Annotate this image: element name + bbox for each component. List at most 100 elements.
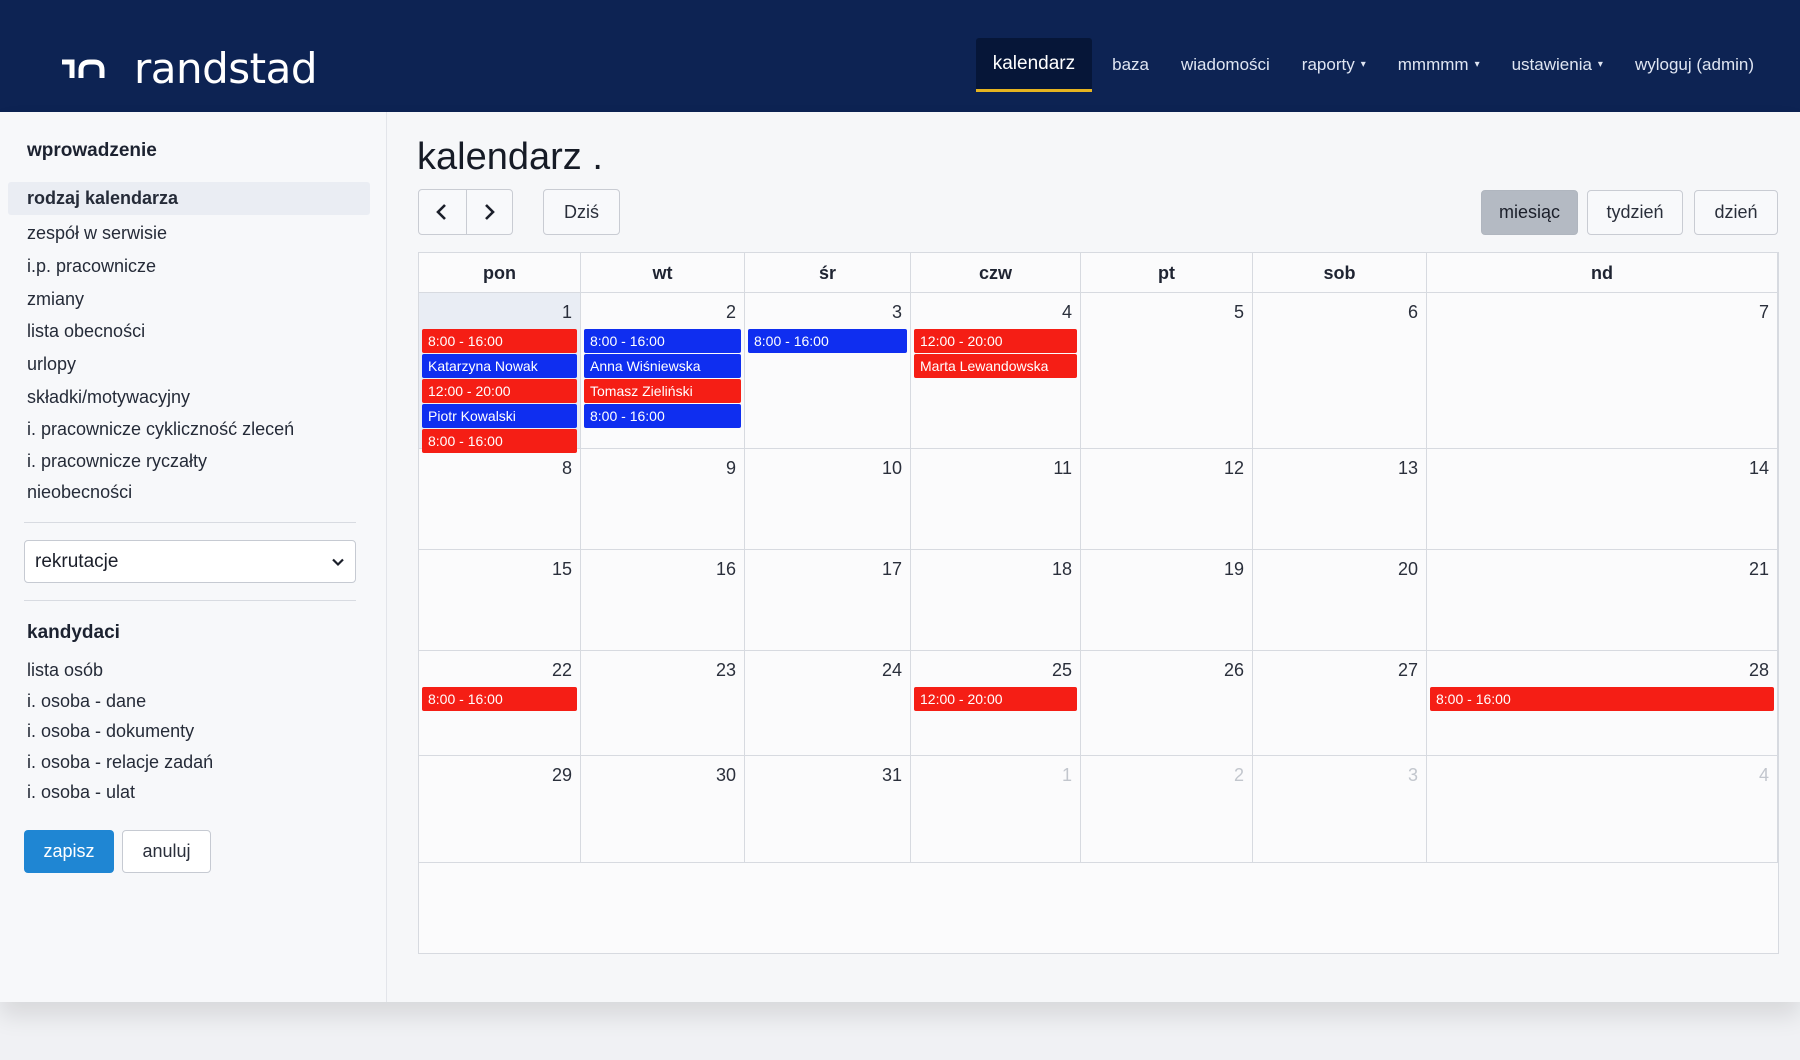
- brand-logo[interactable]: randstad: [60, 44, 318, 94]
- weekday-header: śr: [745, 253, 911, 293]
- sidebar-item-cyklicznosc[interactable]: i. pracownicze cykliczność zleceń: [27, 419, 294, 440]
- calendar-day-cell[interactable]: 8: [419, 449, 581, 550]
- calendar-event[interactable]: 12:00 - 20:00: [914, 329, 1077, 353]
- calendar-event[interactable]: Piotr Kowalski: [422, 404, 577, 428]
- calendar-day-cell[interactable]: 28 8:00 - 16:00: [1427, 651, 1778, 756]
- calendar-day-cell[interactable]: 20: [1253, 550, 1427, 651]
- calendar-day-cell[interactable]: 15: [419, 550, 581, 651]
- calendar-day-cell[interactable]: 14: [1427, 449, 1778, 550]
- view-week-button[interactable]: tydzień: [1587, 190, 1683, 235]
- weekday-header: pon: [419, 253, 581, 293]
- today-button[interactable]: Dziś: [543, 189, 620, 235]
- nav-item-ustawienia[interactable]: ustawienia ▾: [1496, 38, 1619, 92]
- calendar-day-cell[interactable]: 1 8:00 - 16:00 Katarzyna Nowak 12:00 - 20:0…: [419, 293, 581, 453]
- sidebar-item-ip-pracownicze[interactable]: i.p. pracownicze: [27, 256, 156, 277]
- calendar-day-cell[interactable]: 2: [1081, 756, 1253, 863]
- calendar-day-cell[interactable]: 13: [1253, 449, 1427, 550]
- calendar-day-cell[interactable]: 16: [581, 550, 745, 651]
- sidebar-item-urlopy[interactable]: urlopy: [27, 354, 76, 375]
- calendar-day-cell[interactable]: 26: [1081, 651, 1253, 756]
- calendar-day-cell[interactable]: 17: [745, 550, 911, 651]
- calendar-day-cell[interactable]: 4: [1427, 756, 1778, 863]
- calendar-day-cell[interactable]: 12: [1081, 449, 1253, 550]
- day-number: 25: [1051, 660, 1072, 680]
- day-number: 2: [725, 302, 736, 322]
- sidebar-item-osoba-relacje[interactable]: i. osoba - relacje zadań: [27, 752, 213, 773]
- calendar-day-cell[interactable]: 19: [1081, 550, 1253, 651]
- day-number: 10: [881, 458, 902, 478]
- calendar-day-cell[interactable]: 18: [911, 550, 1081, 651]
- nav-item-kalendarz[interactable]: kalendarz: [975, 38, 1093, 92]
- caret-down-icon: ▾: [1474, 59, 1480, 70]
- calendar-day-cell[interactable]: 21: [1427, 550, 1778, 651]
- sidebar-item-rodzaj-kalendarza[interactable]: rodzaj kalendarza: [8, 182, 370, 215]
- sidebar-item-nieobecnosci[interactable]: nieobecności: [27, 482, 132, 503]
- calendar-day-cell[interactable]: 22 8:00 - 16:00: [419, 651, 581, 756]
- calendar-event[interactable]: 8:00 - 16:00: [584, 404, 741, 428]
- calendar-day-cell[interactable]: 30: [581, 756, 745, 863]
- calendar-event[interactable]: Tomasz Zieliński: [584, 379, 741, 403]
- calendar-day-cell[interactable]: 25 12:00 - 20:00: [911, 651, 1081, 756]
- calendar-day-cell[interactable]: 6: [1253, 293, 1427, 449]
- day-number: 9: [725, 458, 736, 478]
- nav-item-wiadomości[interactable]: wiadomości: [1165, 38, 1286, 92]
- view-month-button[interactable]: miesiąc: [1481, 190, 1578, 235]
- day-number: 28: [1748, 660, 1769, 680]
- day-number: 4: [1061, 302, 1072, 322]
- sidebar-item-lista-obecnosci[interactable]: lista obecności: [27, 321, 145, 342]
- sidebar-item-ryczalty[interactable]: i. pracownicze ryczałty: [27, 451, 207, 472]
- sidebar-item-zespol[interactable]: zespół w serwisie: [27, 223, 167, 244]
- rekrutacje-select[interactable]: rekrutacje: [24, 540, 356, 583]
- calendar-event[interactable]: 12:00 - 20:00: [914, 687, 1077, 711]
- calendar-grid: pon wt śr czw pt sob nd 1 8:00 - 16:00 Katarzyna …: [418, 252, 1779, 954]
- calendar-day-cell[interactable]: 5: [1081, 293, 1253, 449]
- calendar-day-cell[interactable]: 4 12:00 - 20:00 Marta Lewandowska: [911, 293, 1081, 449]
- calendar-event[interactable]: Anna Wiśniewska: [584, 354, 741, 378]
- calendar-event[interactable]: 8:00 - 16:00: [584, 329, 741, 353]
- nav-item-label: raporty: [1301, 55, 1355, 74]
- sidebar-item-zmiany[interactable]: zmiany: [27, 289, 84, 310]
- randstad-logo-icon: [62, 59, 105, 78]
- caret-down-icon: ▾: [1360, 59, 1366, 70]
- calendar-event[interactable]: 8:00 - 16:00: [1430, 687, 1774, 711]
- calendar-day-cell[interactable]: 7: [1427, 293, 1778, 449]
- save-button[interactable]: zapisz: [24, 830, 114, 873]
- sidebar-item-osoba-dokumenty[interactable]: i. osoba - dokumenty: [27, 721, 194, 742]
- calendar-day-cell[interactable]: 24: [745, 651, 911, 756]
- nav-item-wyloguj-admin[interactable]: wyloguj (admin): [1619, 38, 1770, 92]
- cancel-button[interactable]: anuluj: [122, 830, 211, 873]
- top-navbar: randstad kalendarz baza wiadomości raporty ▾…: [0, 0, 1800, 112]
- calendar-day-cell[interactable]: 2 8:00 - 16:00 Anna Wiśniewska Tomasz Zieli…: [581, 293, 745, 449]
- calendar-day-cell[interactable]: 23: [581, 651, 745, 756]
- calendar-event[interactable]: Marta Lewandowska: [914, 354, 1077, 378]
- sidebar-item-lista-osob[interactable]: lista osób: [27, 660, 103, 681]
- calendar-event[interactable]: 8:00 - 16:00: [422, 687, 577, 711]
- calendar-event[interactable]: 12:00 - 20:00: [422, 379, 577, 403]
- view-day-button[interactable]: dzień: [1694, 190, 1778, 235]
- chevron-right-icon: [485, 204, 496, 220]
- next-button[interactable]: [465, 190, 513, 234]
- sidebar-item-skladki[interactable]: składki/motywacyjny: [27, 387, 190, 408]
- sidebar-divider: [24, 522, 356, 523]
- calendar-day-cell[interactable]: 27: [1253, 651, 1427, 756]
- calendar-event[interactable]: 8:00 - 16:00: [748, 329, 907, 353]
- calendar-day-cell[interactable]: 31: [745, 756, 911, 863]
- sidebar-item-osoba-ulat[interactable]: i. osoba - ulat: [27, 782, 135, 803]
- calendar-event[interactable]: Katarzyna Nowak: [422, 354, 577, 378]
- nav-item-mmmmm[interactable]: mmmmm ▾: [1382, 38, 1496, 92]
- calendar-day-cell[interactable]: 11: [911, 449, 1081, 550]
- calendar-day-cell[interactable]: 1: [911, 756, 1081, 863]
- day-number: 31: [881, 765, 902, 785]
- nav-item-baza[interactable]: baza: [1096, 38, 1165, 92]
- calendar-day-cell[interactable]: 9: [581, 449, 745, 550]
- nav-item-raporty[interactable]: raporty ▾: [1286, 38, 1382, 92]
- calendar-event[interactable]: 8:00 - 16:00: [422, 329, 577, 353]
- calendar-day-cell[interactable]: 3: [1253, 756, 1427, 863]
- prev-button[interactable]: [419, 190, 466, 234]
- calendar-day-cell[interactable]: 10: [745, 449, 911, 550]
- sidebar: wprowadzenie rodzaj kalendarza zespół w …: [0, 112, 387, 1002]
- caret-down-icon: ▾: [1597, 59, 1603, 70]
- calendar-day-cell[interactable]: 29: [419, 756, 581, 863]
- sidebar-item-osoba-dane[interactable]: i. osoba - dane: [27, 691, 146, 712]
- calendar-day-cell[interactable]: 3 8:00 - 16:00: [745, 293, 911, 449]
